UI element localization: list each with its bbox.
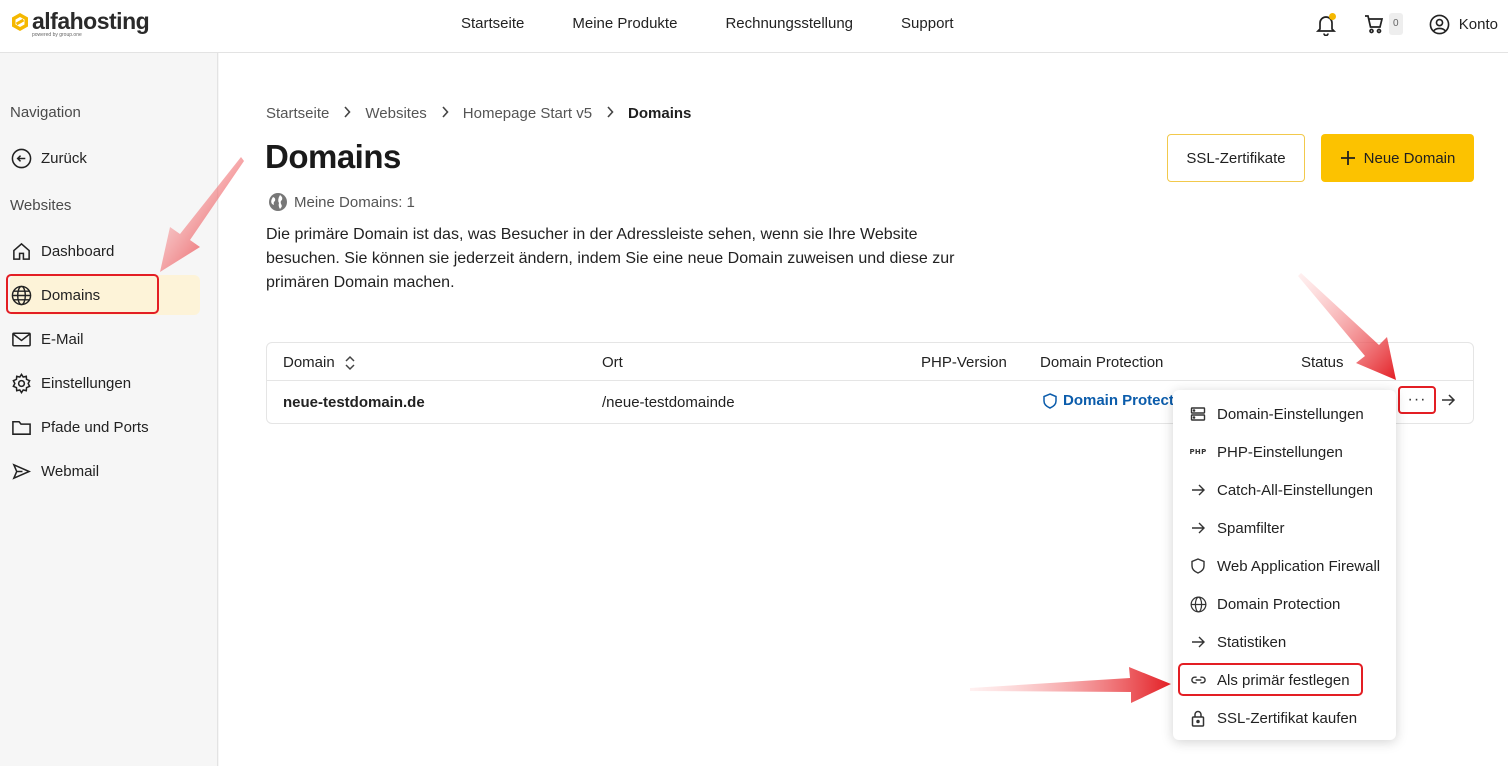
arrow-right-icon [1189, 519, 1207, 537]
top-right-actions: 0 Konto [1315, 12, 1498, 37]
row-actions-menu-button[interactable]: ··· [1398, 386, 1436, 414]
lock-icon [1189, 709, 1207, 727]
new-domain-button[interactable]: Neue Domain [1321, 134, 1474, 182]
cell-ort: /neue-testdomainde [602, 394, 735, 411]
ssl-certificates-button[interactable]: SSL-Zertifikate [1167, 134, 1305, 182]
menu-item-label: PHP-Einstellungen [1217, 443, 1343, 461]
sidebar-item-label: Einstellungen [41, 374, 132, 392]
menu-item-domain-einstellungen[interactable]: Domain-Einstellungen [1189, 402, 1364, 426]
account-label: Konto [1458, 15, 1498, 33]
breadcrumb-homepage[interactable]: Homepage Start v5 [463, 105, 592, 122]
menu-item-spamfilter[interactable]: Spamfilter [1189, 516, 1285, 540]
sidebar-item-label: Zurück [41, 149, 87, 167]
chevron-right-icon [343, 105, 351, 122]
top-bar: alfahosting powered by group.one Startse… [0, 0, 1508, 53]
brand-tagline: powered by group.one [32, 32, 82, 38]
column-header-php: PHP-Version [921, 354, 1007, 371]
logo-icon [12, 13, 28, 31]
sidebar-item-dashboard[interactable]: Dashboard [10, 231, 200, 271]
domain-count-label: Meine Domains: 1 [294, 193, 415, 211]
sidebar-item-label: E-Mail [41, 330, 84, 348]
menu-item-label: Web Application Firewall [1217, 557, 1381, 575]
menu-item-label: Catch-All-Einstellungen [1217, 481, 1373, 499]
chevron-right-icon [441, 105, 449, 122]
chevron-right-icon [606, 105, 614, 122]
page-title: Domains [265, 138, 401, 175]
row-actions-dropdown: Domain-Einstellungen PHP PHP-Einstellung… [1173, 390, 1396, 740]
domain-count: Meine Domains: 1 [268, 192, 415, 212]
shield-icon [1043, 392, 1057, 409]
arrow-right-icon [1189, 481, 1207, 499]
arrow-right-icon [1189, 633, 1207, 651]
account-button[interactable]: Konto [1429, 14, 1498, 35]
server-icon [1189, 405, 1207, 423]
globe-icon [1189, 595, 1207, 613]
column-header-domain[interactable]: Domain [283, 354, 356, 371]
brand-logo[interactable]: alfahosting powered by group.one [10, 8, 150, 38]
column-label: Domain [283, 354, 335, 371]
menu-item-statistiken[interactable]: Statistiken [1189, 630, 1286, 654]
menu-item-domain-protection[interactable]: Domain Protection [1189, 592, 1340, 616]
menu-item-php-einstellungen[interactable]: PHP PHP-Einstellungen [1189, 440, 1343, 464]
topnav-rechnungsstellung[interactable]: Rechnungsstellung [725, 15, 853, 33]
menu-item-ssl-kaufen[interactable]: SSL-Zertifikat kaufen [1189, 706, 1357, 730]
mail-icon [12, 332, 31, 346]
notifications-button[interactable] [1315, 12, 1337, 37]
main-navigation: Startseite Meine Produkte Rechnungsstell… [461, 15, 1002, 33]
sidebar-item-pfade-und-ports[interactable]: Pfade und Ports [10, 407, 200, 447]
sidebar-item-webmail[interactable]: Webmail [10, 451, 200, 491]
breadcrumb: Startseite Websites Homepage Start v5 Do… [266, 105, 691, 122]
home-icon [13, 242, 30, 260]
breadcrumb-websites[interactable]: Websites [365, 105, 426, 122]
sidebar-heading-websites: Websites [10, 197, 72, 214]
send-icon [12, 462, 32, 480]
menu-item-highlight [1178, 663, 1363, 696]
folder-icon [12, 420, 31, 435]
sort-icon [345, 355, 355, 370]
plus-icon [1340, 151, 1355, 165]
php-icon: PHP [1189, 448, 1207, 456]
menu-item-label: Domain-Einstellungen [1217, 405, 1364, 423]
breadcrumb-current: Domains [628, 105, 692, 122]
back-circle-icon [11, 148, 32, 168]
menu-item-waf[interactable]: Web Application Firewall [1189, 554, 1380, 578]
topnav-support[interactable]: Support [901, 15, 954, 33]
table-header: Domain Ort PHP-Version Domain Protection… [267, 343, 1473, 381]
menu-item-label: Domain Protection [1217, 595, 1341, 613]
sidebar-domains-highlight [6, 274, 159, 314]
world-icon [269, 193, 287, 211]
menu-item-label: SSL-Zertifikat kaufen [1217, 709, 1358, 727]
sidebar-heading-navigation: Navigation [10, 104, 81, 121]
user-circle-icon [1429, 14, 1450, 34]
sidebar-item-label: Dashboard [41, 242, 115, 260]
column-header-protection: Domain Protection [1040, 354, 1164, 371]
breadcrumb-startseite[interactable]: Startseite [266, 105, 329, 122]
protection-label: Domain Protection [1063, 392, 1175, 409]
menu-item-label: Spamfilter [1217, 519, 1285, 537]
menu-item-label: Statistiken [1217, 633, 1287, 651]
new-domain-label: Neue Domain [1363, 149, 1456, 167]
cart-count-badge: 0 [1388, 13, 1403, 35]
cart-button[interactable]: 0 [1363, 13, 1403, 35]
sidebar-item-einstellungen[interactable]: Einstellungen [10, 363, 200, 403]
page-description: Die primäre Domain ist das, was Besucher… [266, 226, 955, 291]
gear-icon [12, 372, 31, 394]
sidebar-item-back[interactable]: Zurück [10, 138, 200, 178]
cart-icon [1364, 15, 1383, 34]
sidebar-item-email[interactable]: E-Mail [10, 319, 200, 359]
cell-domain[interactable]: neue-testdomain.de [283, 394, 425, 411]
column-header-ort: Ort [602, 354, 623, 371]
arrow-right-icon[interactable] [1440, 392, 1456, 408]
notification-dot [1328, 13, 1336, 20]
shield-icon [1189, 557, 1207, 575]
topnav-startseite[interactable]: Startseite [461, 15, 524, 33]
column-header-status: Status [1301, 354, 1344, 371]
topnav-meine-produkte[interactable]: Meine Produkte [572, 15, 677, 33]
sidebar-item-label: Pfade und Ports [41, 418, 149, 436]
sidebar-item-label: Webmail [41, 462, 100, 480]
menu-item-catch-all[interactable]: Catch-All-Einstellungen [1189, 478, 1373, 502]
cell-protection-link[interactable]: Domain Protection [1043, 392, 1175, 409]
brand-name: alfahosting [32, 8, 150, 34]
